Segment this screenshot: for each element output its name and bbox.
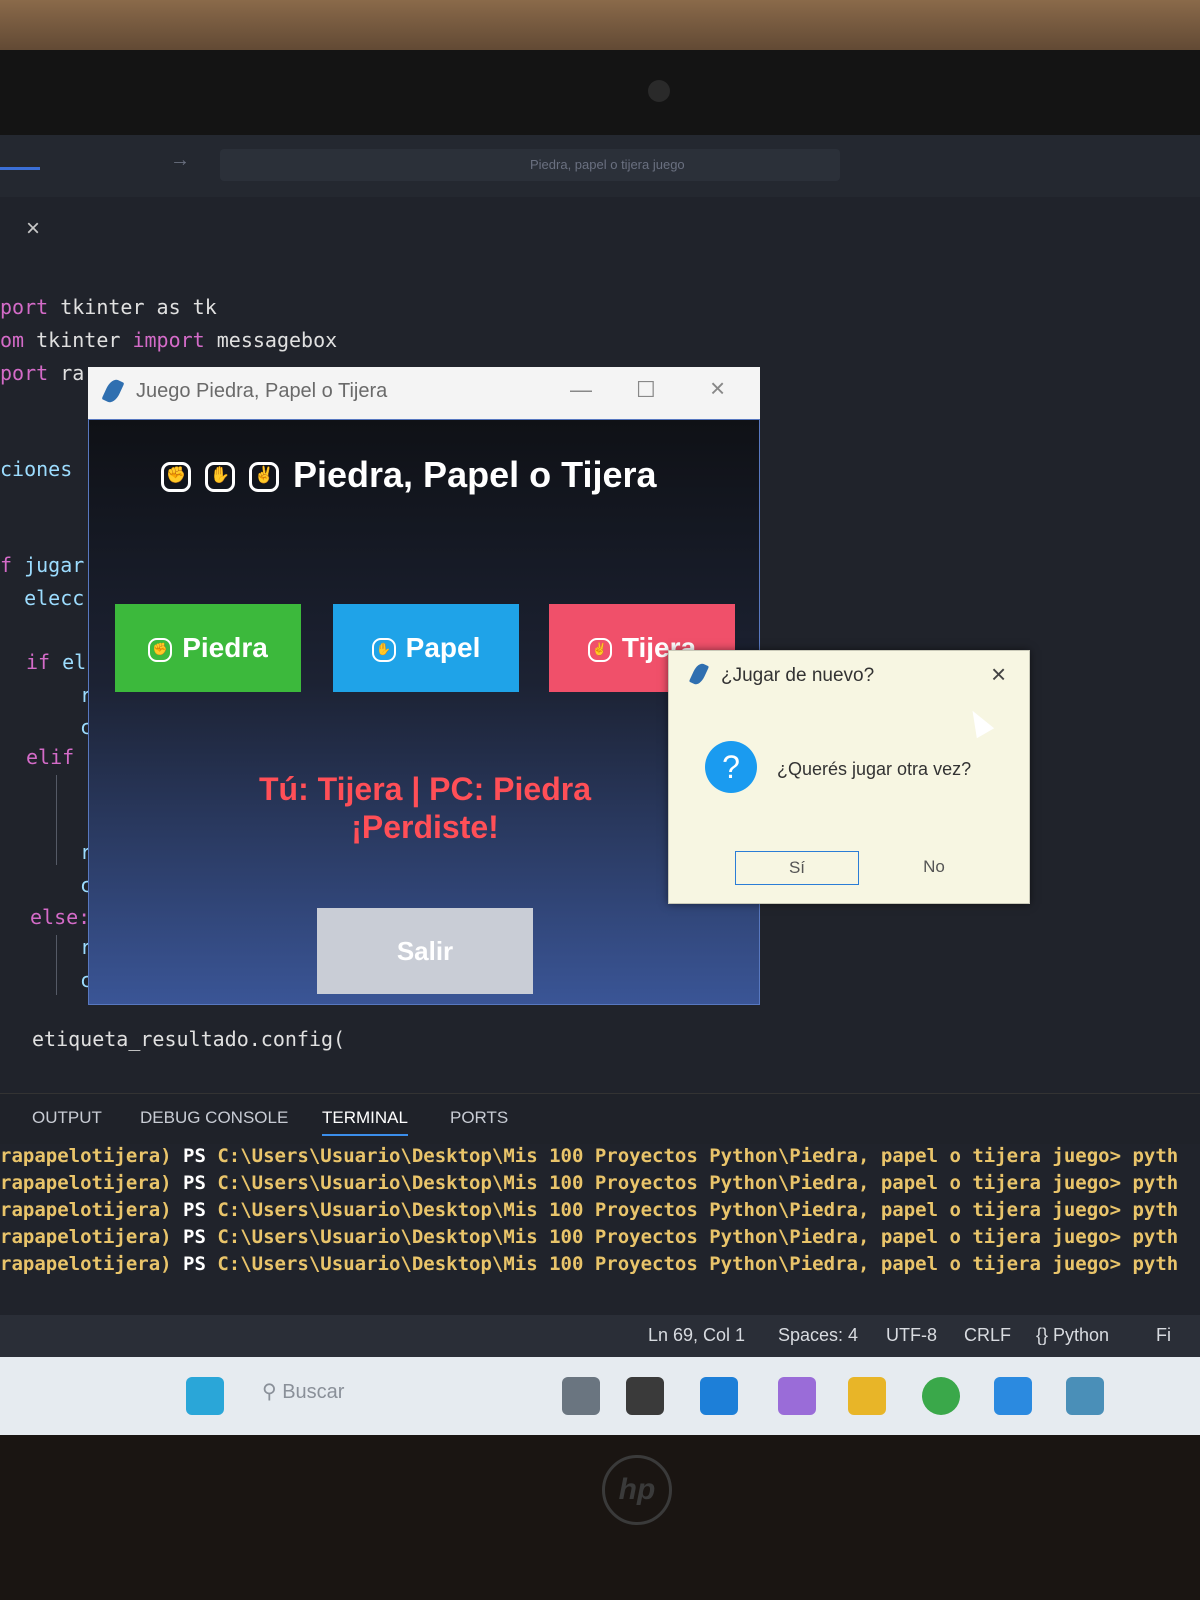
vscode-titlebar: → Piedra, papel o tijera juego bbox=[0, 135, 1200, 197]
tab-output[interactable]: OUTPUT bbox=[32, 1108, 102, 1128]
code-line: om tkinter import messagebox bbox=[0, 328, 338, 352]
terminal-line: rapapelotijera) PS C:\Users\Usuario\Desk… bbox=[0, 1253, 1179, 1275]
code-line: elecc bbox=[0, 586, 85, 610]
yes-button[interactable]: Sí bbox=[735, 851, 859, 885]
dialog-title: ¿Jugar de nuevo? bbox=[721, 665, 875, 686]
code-line: f jugar bbox=[0, 553, 85, 577]
paper-hand-icon: ✋ bbox=[205, 462, 235, 493]
tk-feather-icon bbox=[101, 377, 125, 405]
mouse-cursor-icon bbox=[963, 705, 995, 739]
no-button[interactable]: No bbox=[873, 851, 995, 883]
terminal-line: rapapelotijera) PS C:\Users\Usuario\Desk… bbox=[0, 1145, 1179, 1167]
titlebar-accent bbox=[0, 167, 40, 170]
minimize-icon[interactable]: — bbox=[570, 377, 592, 403]
code-line: else: bbox=[30, 905, 91, 929]
language-mode[interactable]: {} Python bbox=[1036, 1325, 1109, 1346]
status-extra[interactable]: Fi bbox=[1156, 1325, 1171, 1346]
game-heading: ✊ ✋ ✌ Piedra, Papel o Tijera bbox=[161, 454, 657, 496]
game-body: ✊ ✋ ✌ Piedra, Papel o Tijera ✊ Piedra ✋ Papel… bbox=[88, 419, 760, 1005]
widgets-icon[interactable] bbox=[562, 1377, 600, 1415]
code-line: ciones bbox=[0, 457, 73, 481]
code-line: if el bbox=[26, 650, 87, 674]
paper-hand-icon: ✋ bbox=[371, 637, 396, 662]
maximize-icon[interactable]: ☐ bbox=[636, 377, 656, 403]
start-icon[interactable] bbox=[186, 1377, 224, 1415]
result-choices: Tú: Tijera | PC: Piedra bbox=[259, 771, 591, 807]
scissors-hand-icon: ✌ bbox=[587, 637, 612, 662]
vscode-icon[interactable] bbox=[994, 1377, 1032, 1415]
command-search-input[interactable]: Piedra, papel o tijera juego bbox=[220, 149, 840, 181]
game-window: Juego Piedra, Papel o Tijera — ☐ × ✊ ✋ ✌ Pi… bbox=[88, 367, 760, 1005]
dialog-close-icon[interactable]: × bbox=[991, 659, 1006, 690]
tab-ports[interactable]: PORTS bbox=[450, 1108, 508, 1128]
nav-forward-icon[interactable]: → bbox=[170, 149, 190, 172]
panel-tabs: OUTPUT DEBUG CONSOLE TERMINAL PORTS bbox=[0, 1093, 1200, 1144]
code-line: etiqueta_resultado.config( bbox=[32, 1027, 346, 1051]
scissors-hand-icon: ✌ bbox=[249, 462, 279, 493]
copilot-icon[interactable] bbox=[778, 1377, 816, 1415]
papel-button[interactable]: ✋ Papel bbox=[333, 604, 519, 692]
terminal[interactable]: rapapelotijera) PS C:\Users\Usuario\Desk… bbox=[0, 1145, 1200, 1315]
status-bar: Ln 69, Col 1 Spaces: 4 UTF-8 CRLF {} Pyt… bbox=[0, 1315, 1200, 1357]
game-titlebar: Juego Piedra, Papel o Tijera — ☐ × bbox=[88, 367, 760, 419]
tab-terminal[interactable]: TERMINAL bbox=[322, 1108, 408, 1136]
taskbar-search[interactable]: ⚲ Buscar bbox=[262, 1379, 344, 1404]
dialog-message: ¿Querés jugar otra vez? bbox=[777, 759, 972, 779]
rock-hand-icon: ✊ bbox=[148, 637, 173, 662]
chrome-icon[interactable] bbox=[922, 1377, 960, 1415]
tk-feather-icon bbox=[688, 661, 710, 687]
line-ending[interactable]: CRLF bbox=[964, 1325, 1011, 1346]
indent-guide bbox=[56, 935, 57, 995]
file-explorer-icon[interactable] bbox=[848, 1377, 886, 1415]
webcam bbox=[648, 80, 670, 102]
terminal-line: rapapelotijera) PS C:\Users\Usuario\Desk… bbox=[0, 1172, 1179, 1194]
cursor-position[interactable]: Ln 69, Col 1 bbox=[648, 1325, 745, 1346]
play-again-dialog: ¿Jugar de nuevo? × ? ¿Querés jugar otra … bbox=[668, 650, 1030, 904]
tab-debug-console[interactable]: DEBUG CONSOLE bbox=[140, 1108, 288, 1128]
windows-taskbar: ⚲ Buscar bbox=[0, 1357, 1200, 1435]
store-icon[interactable] bbox=[700, 1377, 738, 1415]
code-line: port ra bbox=[0, 361, 85, 385]
rock-hand-icon: ✊ bbox=[161, 462, 191, 493]
question-icon: ? bbox=[705, 741, 757, 793]
close-tab-icon[interactable]: × bbox=[26, 215, 40, 243]
terminal-line: rapapelotijera) PS C:\Users\Usuario\Desk… bbox=[0, 1226, 1179, 1248]
exit-button[interactable]: Salir bbox=[317, 908, 533, 994]
game-window-title: Juego Piedra, Papel o Tijera bbox=[136, 380, 388, 402]
piedra-button[interactable]: ✊ Piedra bbox=[115, 604, 301, 692]
indent-setting[interactable]: Spaces: 4 bbox=[778, 1325, 858, 1346]
task-view-icon[interactable] bbox=[626, 1377, 664, 1415]
code-line: elif bbox=[26, 745, 75, 769]
indent-guide bbox=[56, 775, 57, 865]
close-icon[interactable]: × bbox=[710, 373, 725, 404]
result-outcome: ¡Perdiste! bbox=[351, 809, 499, 845]
code-line: port tkinter as tk bbox=[0, 295, 217, 319]
python-idle-icon[interactable] bbox=[1066, 1377, 1104, 1415]
terminal-line: rapapelotijera) PS C:\Users\Usuario\Desk… bbox=[0, 1199, 1179, 1221]
encoding[interactable]: UTF-8 bbox=[886, 1325, 937, 1346]
hp-logo: hp bbox=[602, 1455, 672, 1525]
laptop-screen: → Piedra, papel o tijera juego × port tk… bbox=[0, 135, 1200, 1435]
result-label: Tú: Tijera | PC: Piedra ¡Perdiste! bbox=[89, 770, 761, 846]
